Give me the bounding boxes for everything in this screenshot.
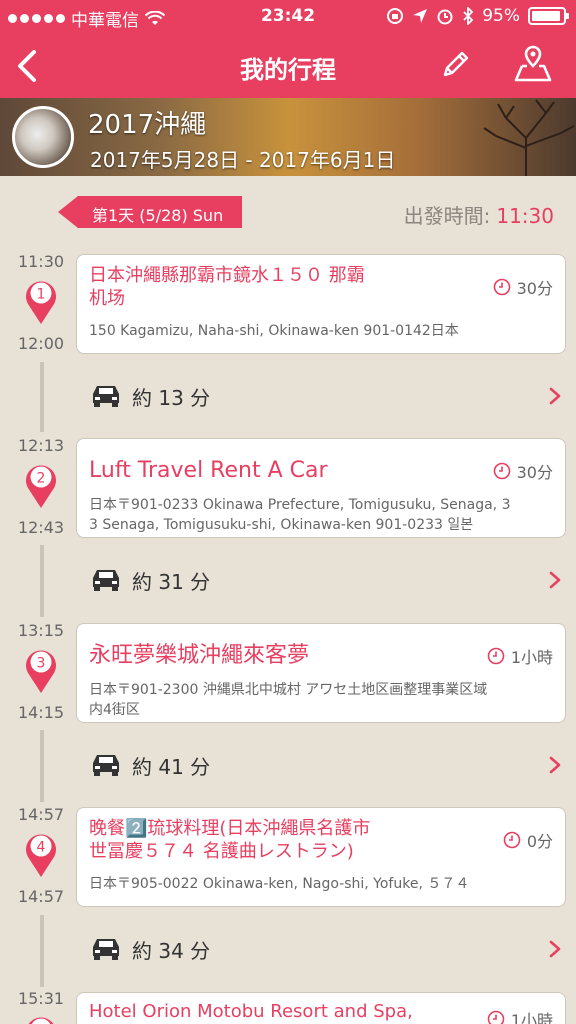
stop-card[interactable]: Luft Travel Rent A Car 30分 日本〒901-0233 O… xyxy=(76,438,566,538)
arrive-time: 12:13 xyxy=(17,436,65,455)
duration-value: 1小時 xyxy=(510,648,553,667)
car-icon xyxy=(93,755,119,776)
battery-percent: 95% xyxy=(482,6,520,26)
transit-duration: 約 31 分 xyxy=(132,570,211,594)
stop-address: 日本〒901-0233 Okinawa Prefecture, Tomigusu… xyxy=(89,495,555,536)
car-icon xyxy=(93,570,119,591)
car-icon xyxy=(93,939,119,960)
transit-row[interactable]: 約 34 分 xyxy=(90,929,570,969)
stop-duration: 30分 xyxy=(493,275,553,299)
transit-row[interactable]: 約 31 分 xyxy=(90,560,570,600)
stop-marker-4: 4 xyxy=(26,834,56,877)
map-icon[interactable] xyxy=(512,44,554,84)
stop-name: 永旺夢樂城沖繩來客夢 xyxy=(89,643,310,668)
stop-card[interactable]: Hotel Orion Motobu Resort and Spa, 1小時 xyxy=(76,992,566,1024)
stop-number: 1 xyxy=(37,287,46,303)
clock-icon xyxy=(487,647,505,665)
arrive-time: 11:30 xyxy=(17,252,65,271)
page-title: 我的行程 xyxy=(240,56,336,84)
clock-icon xyxy=(503,831,521,849)
departure-time-value: 11:30 xyxy=(496,204,554,228)
stop-card[interactable]: 永旺夢樂城沖繩來客夢 1小時 日本〒901-2300 沖縄県北中城村 アワセ土地… xyxy=(76,623,566,723)
stop-marker-5: 5 xyxy=(28,1017,54,1024)
stop-address: 150 Kagamizu, Naha-shi, Okinawa-ken 901-… xyxy=(89,323,459,339)
clock-icon xyxy=(487,1010,505,1024)
stop-address: 日本〒905-0022 Okinawa-ken, Nago-shi, Yofuk… xyxy=(89,876,470,892)
alarm-icon xyxy=(437,9,453,25)
edit-icon[interactable] xyxy=(440,48,472,80)
chevron-right-icon xyxy=(549,571,561,589)
stop-name-line: 机场 xyxy=(89,287,125,309)
stop-address: 日本〒901-2300 沖縄県北中城村 アワセ土地区画整理事業区域 内4街区 xyxy=(89,680,555,721)
bluetooth-icon xyxy=(463,7,474,25)
clock-icon xyxy=(493,462,510,480)
timeline-line xyxy=(40,362,44,432)
clock-icon xyxy=(493,278,510,296)
stop-name-line: 日本沖繩縣那霸市鏡水１５０ 那霸 xyxy=(89,265,365,286)
stop-number: 2 xyxy=(37,471,46,487)
departure-label: 出發時間: xyxy=(403,204,491,228)
stop-marker-2: 2 xyxy=(26,465,56,508)
stop-marker-1: 1 xyxy=(26,281,56,324)
stop-duration: 1小時 xyxy=(487,1007,553,1024)
timeline-line xyxy=(40,915,44,987)
chevron-right-icon xyxy=(549,756,561,774)
stop-name-line: 晚餐2️⃣琉球料理(日本沖繩県名護市 xyxy=(89,818,371,839)
timeline-line xyxy=(40,730,44,802)
trip-name: 2017沖繩 xyxy=(88,110,207,140)
trip-avatar xyxy=(12,106,74,168)
stop-name: 晚餐2️⃣琉球料理(日本沖繩県名護市 世冨慶５７４ 名護曲レストラン) xyxy=(89,818,489,863)
stop-card[interactable]: 晚餐2️⃣琉球料理(日本沖繩県名護市 世冨慶５７４ 名護曲レストラン) 0分 日… xyxy=(76,807,566,907)
address-line: 日本〒901-0233 Okinawa Prefecture, Tomigusu… xyxy=(89,497,511,513)
stop-duration: 1小時 xyxy=(487,644,553,668)
leave-time: 14:15 xyxy=(17,703,65,722)
tree-silhouette-icon xyxy=(483,99,575,176)
chevron-right-icon xyxy=(549,387,561,405)
timeline-line xyxy=(40,545,44,617)
arrive-time: 13:15 xyxy=(17,621,65,640)
stop-marker-3: 3 xyxy=(26,650,56,693)
stop-name: Hotel Orion Motobu Resort and Spa, xyxy=(89,1001,413,1022)
orientation-lock-icon xyxy=(387,8,404,24)
top-bar: 中華電信 23:42 95% 我的行程 xyxy=(0,0,576,98)
address-line: 3 Senaga, Tomigusuku-shi, Okinawa-ken 90… xyxy=(89,517,474,534)
leave-time: 12:00 xyxy=(17,334,65,353)
departure-time[interactable]: 出發時間: 11:30 xyxy=(404,200,554,229)
stop-name-line: 世冨慶５７４ 名護曲レストラン) xyxy=(89,840,354,862)
nav-bar: 我的行程 xyxy=(0,34,576,98)
chevron-right-icon xyxy=(549,940,561,958)
duration-value: 30分 xyxy=(516,463,553,482)
car-icon xyxy=(93,386,119,407)
battery-icon xyxy=(528,7,569,25)
address-line: 内4街区 xyxy=(89,702,140,719)
arrive-time: 14:57 xyxy=(17,805,65,824)
trip-dates: 2017年5月28日 - 2017年6月1日 xyxy=(90,148,396,172)
stop-duration: 30分 xyxy=(493,459,553,483)
duration-value: 0分 xyxy=(526,832,553,851)
stop-number: 4 xyxy=(37,840,46,856)
arrive-time: 15:31 xyxy=(17,989,65,1008)
transit-row[interactable]: 約 13 分 xyxy=(90,376,570,416)
stop-name: 日本沖繩縣那霸市鏡水１５０ 那霸 机场 xyxy=(89,265,469,310)
transit-row[interactable]: 約 41 分 xyxy=(90,745,570,785)
stop-duration: 0分 xyxy=(503,828,553,852)
transit-duration: 約 34 分 xyxy=(132,939,211,963)
address-line: 日本〒901-2300 沖縄県北中城村 アワセ土地区画整理事業区域 xyxy=(89,682,488,698)
transit-duration: 約 13 分 xyxy=(132,386,211,410)
stop-number: 3 xyxy=(37,656,46,672)
stop-name: Luft Travel Rent A Car xyxy=(89,458,328,483)
leave-time: 12:43 xyxy=(17,518,65,537)
day-tag[interactable]: 第1天 (5/28) Sun xyxy=(58,196,242,228)
leave-time: 14:57 xyxy=(17,887,65,906)
stop-card[interactable]: 日本沖繩縣那霸市鏡水１５０ 那霸 机场 30分 150 Kagamizu, Na… xyxy=(76,254,566,354)
location-icon xyxy=(413,9,428,23)
trip-banner[interactable]: 2017沖繩 2017年5月28日 - 2017年6月1日 xyxy=(0,98,576,176)
day-label: 第1天 (5/28) Sun xyxy=(92,206,224,225)
duration-value: 30分 xyxy=(516,279,553,298)
status-bar: 中華電信 23:42 95% xyxy=(0,0,576,34)
transit-duration: 約 41 分 xyxy=(132,755,211,779)
duration-value: 1小時 xyxy=(510,1011,553,1024)
